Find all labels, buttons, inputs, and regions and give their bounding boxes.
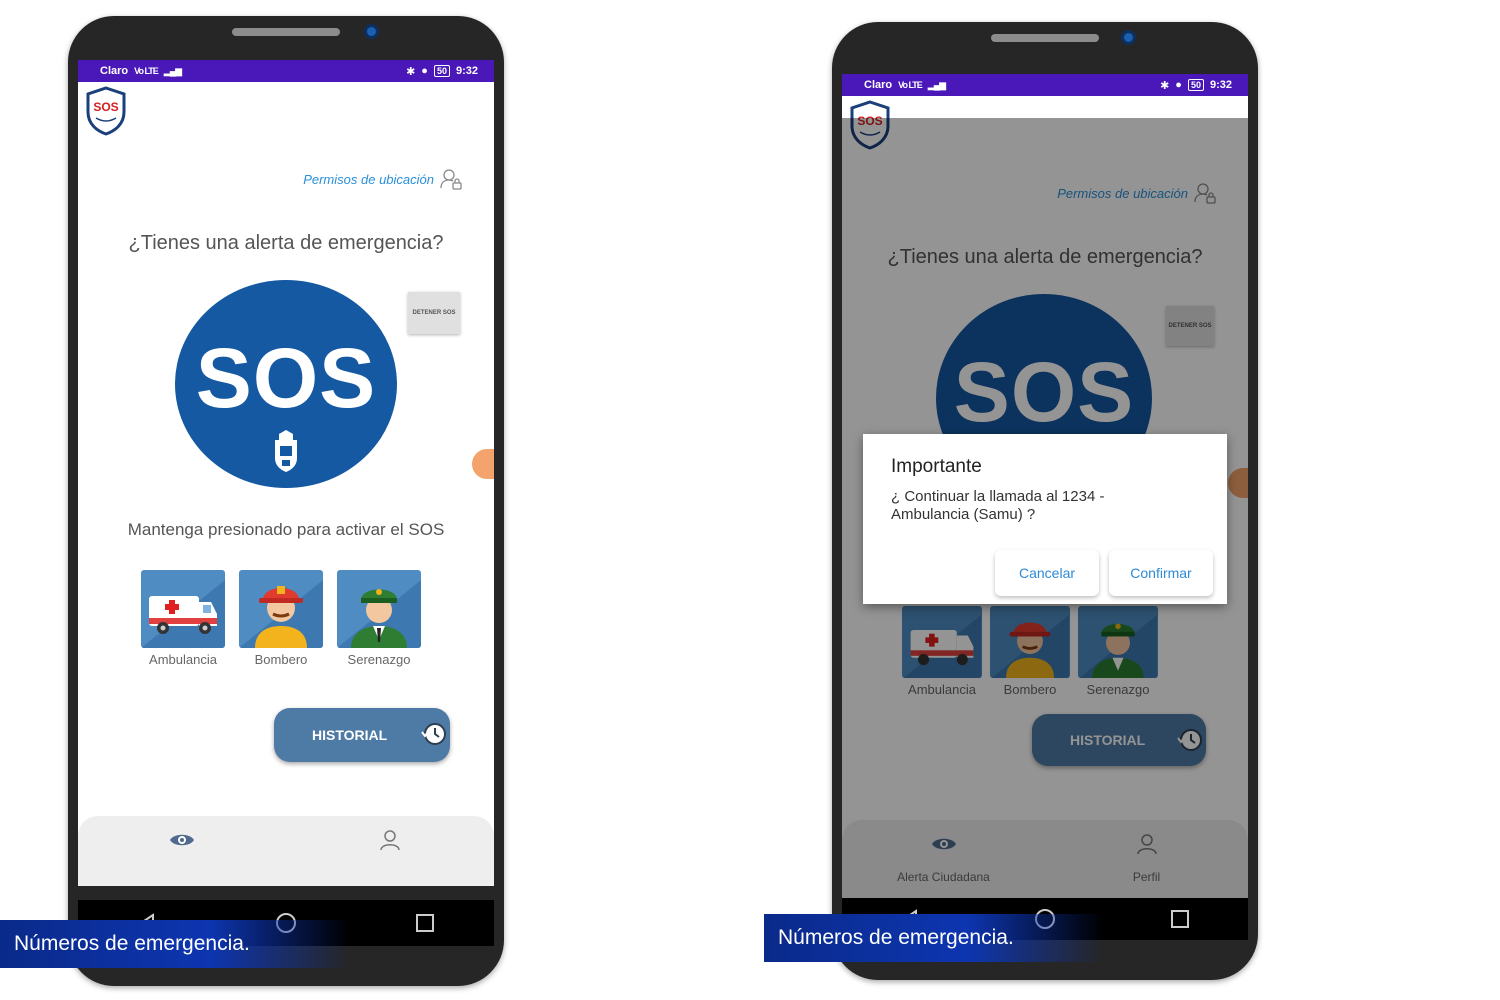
service-bombero[interactable]: Bombero [238,570,324,667]
phone-right: Claro Vo LTE ▂▄▆ ✱ ● 50 9:32 SOS Permiso… [832,22,1258,980]
service-label: Serenazgo [347,652,411,667]
speaker-grille [232,28,340,36]
user-lock-icon [440,169,462,190]
app-screen: Claro Vo LTE ▂▄▆ ✱ ● 50 9:32 SOS Permiso… [842,74,1248,898]
location-icon: ● [1175,79,1182,91]
history-button-label: HISTORIAL [312,727,388,743]
confirm-call-dialog: Importante ¿ Continuar la llamada al 123… [863,434,1227,604]
officer-icon [337,570,421,648]
main-content: SOS Permisos de ubicación ¿Tienes una al… [842,96,1248,898]
cancel-button[interactable]: Cancelar [995,550,1099,596]
main-content: SOS Permisos de ubicación ¿Tienes una al… [78,82,494,886]
front-camera [1121,30,1136,45]
logo-text: SOS [93,100,118,114]
permissions-label: Permisos de ubicación [303,171,434,187]
recents-icon[interactable] [1168,907,1192,931]
sos-button-label: SOS [195,331,377,425]
carrier-label: Claro [864,79,893,91]
sos-button[interactable]: SOS [175,280,397,488]
video-caption: Números de emergencia. [0,920,350,968]
network-label: Vo LTE [898,80,923,90]
nav-alerta-ciudadana[interactable] [78,816,286,886]
eye-icon [170,834,194,846]
sos-logo-icon: SOS [86,86,126,136]
bottom-navigation [78,816,494,886]
ambulance-icon [141,570,225,648]
battery-indicator: 50 [433,65,450,77]
status-bar: Claro Vo LTE ▂▄▆ ✱ ● 50 9:32 [78,60,494,82]
service-serenazgo[interactable]: Serenazgo [336,570,422,667]
signal-icon: ▂▄▆ [927,79,946,90]
network-label: Vo LTE [134,66,159,76]
emergency-services: Ambulancia Bombero Serenazgo [140,570,422,667]
stop-sos-button[interactable]: DETENER SOS [408,292,460,334]
floating-side-tab[interactable] [472,449,494,479]
service-label: Bombero [254,652,308,667]
history-icon [421,723,446,745]
dialog-title: Importante [891,456,982,477]
clock: 9:32 [455,65,478,77]
bluetooth-icon: ✱ [406,65,416,78]
location-icon: ● [421,65,428,77]
phone-left: Claro Vo LTE ▂▄▆ ✱ ● 50 9:32 SOS Permiso… [68,16,504,986]
dialog-actions: Cancelar Confirmar [995,550,1213,596]
speaker-grille [991,34,1099,42]
battery-indicator: 50 [1187,79,1204,91]
bluetooth-icon: ✱ [1160,79,1170,92]
nav-perfil[interactable] [286,816,494,886]
firefighter-icon [239,570,323,648]
emergency-question: ¿Tienes una alerta de emergencia? [128,232,444,254]
municipal-crest-icon [275,430,297,472]
video-caption: Números de emergencia. [764,914,1104,962]
status-bar: Claro Vo LTE ▂▄▆ ✱ ● 50 9:32 [842,74,1248,96]
clock: 9:32 [1209,79,1232,91]
history-button[interactable]: HISTORIAL [274,708,450,762]
dialog-message: ¿ Continuar la llamada al 1234 - Ambulan… [891,488,1105,523]
service-label: Ambulancia [149,652,217,667]
app-screen: Claro Vo LTE ▂▄▆ ✱ ● 50 9:32 SOS Permiso… [78,60,494,886]
permissions-link[interactable]: Permisos de ubicación [303,168,462,190]
sos-hint: Mantenga presionado para activar el SOS [127,520,445,539]
front-camera [364,24,379,39]
signal-icon: ▂▄▆ [163,65,182,76]
service-ambulancia[interactable]: Ambulancia [140,570,226,667]
user-icon [380,830,400,850]
confirm-button[interactable]: Confirmar [1109,550,1213,596]
recents-icon[interactable] [413,911,437,935]
carrier-label: Claro [100,65,129,77]
